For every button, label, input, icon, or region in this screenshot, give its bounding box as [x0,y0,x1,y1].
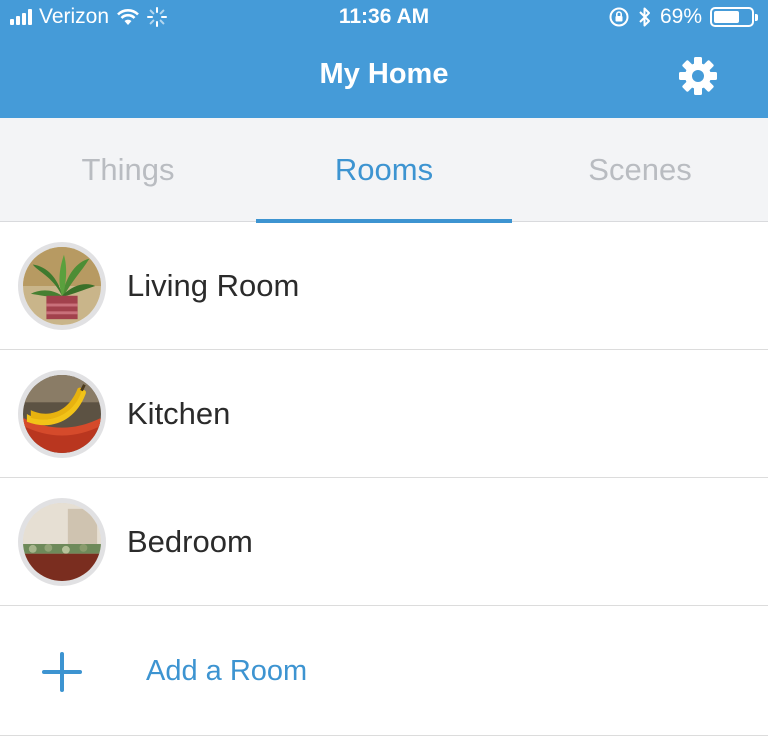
gear-icon[interactable] [678,56,718,96]
tab-rooms[interactable]: Rooms [256,118,512,223]
bananas-photo [23,375,101,453]
plus-icon [42,652,82,692]
status-bar: Verizon 11:36 AM 69% [0,0,768,36]
room-thumbnail [18,242,106,330]
page-title: My Home [319,58,449,90]
room-row-bedroom[interactable]: Bedroom [0,478,768,606]
room-thumbnail [18,370,106,458]
rotation-lock-icon [609,7,629,27]
bed-photo [23,503,101,581]
battery-percent: 69% [659,5,702,28]
battery-icon [710,7,758,27]
tab-scenes[interactable]: Scenes [512,118,768,222]
room-name: Kitchen [127,396,231,431]
room-name: Bedroom [127,524,253,559]
room-row-kitchen[interactable]: Kitchen [0,350,768,478]
room-thumbnail [18,498,106,586]
room-row-living-room[interactable]: Living Room [0,222,768,350]
room-name: Living Room [127,268,300,303]
tab-bar: Things Rooms Scenes [0,118,768,223]
plant-photo [23,247,101,325]
bluetooth-icon [639,7,650,27]
add-room-button[interactable]: Add a Room [0,606,768,736]
add-room-label: Add a Room [146,654,308,687]
app-header: Verizon 11:36 AM 69% My Home [0,0,768,118]
tab-things[interactable]: Things [0,118,256,222]
